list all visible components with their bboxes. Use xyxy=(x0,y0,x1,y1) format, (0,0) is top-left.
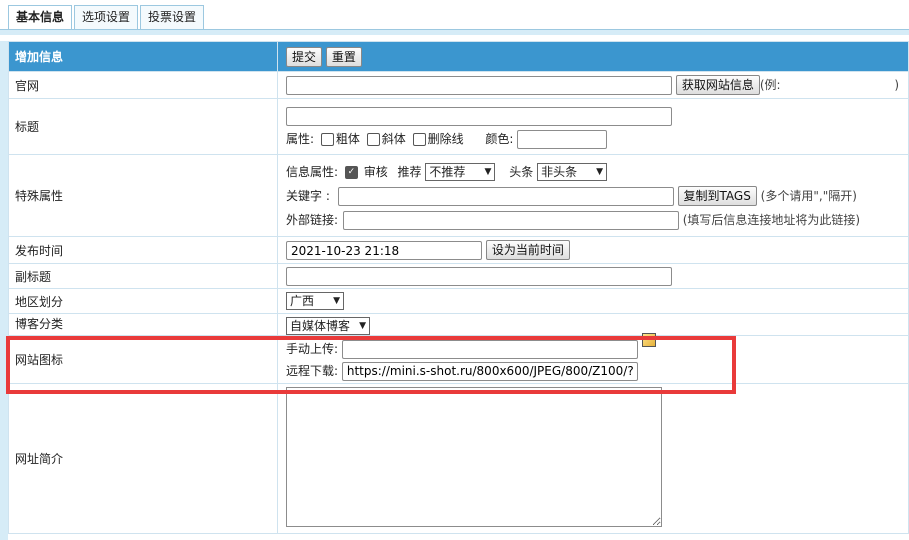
chevron-down-icon: ▼ xyxy=(333,296,340,306)
manual-upload-input[interactable] xyxy=(341,339,638,359)
tab-basic-info[interactable]: 基本信息 xyxy=(8,5,73,30)
external-link-hint: (填写后信息连接地址将为此链接) xyxy=(682,212,861,227)
recommend-select[interactable]: 不推荐 ▼ xyxy=(425,163,496,181)
title-label: 标题 xyxy=(8,98,278,155)
review-label: 审核 xyxy=(363,164,388,179)
image-upload-icon[interactable] xyxy=(641,332,656,347)
intro-textarea[interactable] xyxy=(286,387,662,527)
color-input[interactable] xyxy=(517,129,608,149)
intro-label: 网址简介 xyxy=(8,383,278,534)
submit-button[interactable]: 提交 xyxy=(286,46,323,67)
subtitle-input[interactable] xyxy=(286,266,672,286)
site-icon-label: 网站图标 xyxy=(8,335,278,384)
region-select[interactable]: 广西 ▼ xyxy=(286,292,344,310)
site-example-hint: (例: xyxy=(759,78,781,92)
italic-checkbox[interactable] xyxy=(366,132,380,146)
strike-checkbox[interactable] xyxy=(412,132,426,146)
bold-checkbox[interactable] xyxy=(320,132,334,146)
keywords-label: 关键字 : xyxy=(286,188,330,203)
keywords-input[interactable] xyxy=(337,186,674,206)
site-url-input[interactable] xyxy=(286,76,672,95)
remote-download-label: 远程下载: xyxy=(286,363,339,378)
remote-download-input[interactable] xyxy=(341,361,638,381)
publish-time-label: 发布时间 xyxy=(8,236,278,264)
tab-divider xyxy=(0,29,909,35)
publish-time-input[interactable] xyxy=(286,241,482,260)
site-label: 官网 xyxy=(8,71,278,99)
tab-bar: 基本信息 选项设置 投票设置 xyxy=(8,5,206,30)
headline-select[interactable]: 非头条 ▼ xyxy=(537,163,608,181)
chevron-down-icon: ▼ xyxy=(484,167,492,177)
set-current-time-button[interactable]: 设为当前时间 xyxy=(485,240,570,260)
info-form: 增加信息 提交 重置 官网 获取网站信息 (例: ) 标题 属性: 粗体 斜体 删… xyxy=(8,41,909,534)
external-link-input[interactable] xyxy=(342,210,679,230)
form-title: 增加信息 xyxy=(8,41,278,72)
title-attr-label: 属性: xyxy=(286,131,315,146)
fetch-site-info-button[interactable]: 获取网站信息 xyxy=(675,75,760,95)
chevron-down-icon: ▼ xyxy=(359,321,366,331)
bold-label: 粗体 xyxy=(335,131,360,146)
color-label: 颜色: xyxy=(485,131,514,146)
region-label: 地区划分 xyxy=(8,288,278,314)
strike-label: 删除线 xyxy=(427,131,464,146)
chevron-down-icon: ▼ xyxy=(596,167,604,177)
external-link-label: 外部链接: xyxy=(286,212,339,227)
manual-upload-label: 手动上传: xyxy=(286,341,339,356)
tab-option-settings[interactable]: 选项设置 xyxy=(74,5,139,29)
blog-category-select[interactable]: 自媒体博客 ▼ xyxy=(286,317,370,335)
info-attr-label: 信息属性: xyxy=(286,164,339,179)
site-example-end: ) xyxy=(894,78,900,92)
blog-category-label: 博客分类 xyxy=(8,313,278,336)
reset-button[interactable]: 重置 xyxy=(325,46,362,67)
keywords-hint: (多个请用","隔开) xyxy=(760,188,857,203)
italic-label: 斜体 xyxy=(381,131,406,146)
tab-vote-settings[interactable]: 投票设置 xyxy=(140,5,205,29)
recommend-label: 推荐 xyxy=(397,164,422,179)
copy-to-tags-button[interactable]: 复制到TAGS xyxy=(677,185,757,206)
title-input[interactable] xyxy=(286,106,672,126)
headline-label: 头条 xyxy=(509,164,534,179)
special-attr-label: 特殊属性 xyxy=(8,154,278,237)
subtitle-label: 副标题 xyxy=(8,263,278,289)
review-checkbox[interactable]: ✓ xyxy=(344,165,358,179)
left-border xyxy=(0,41,8,540)
